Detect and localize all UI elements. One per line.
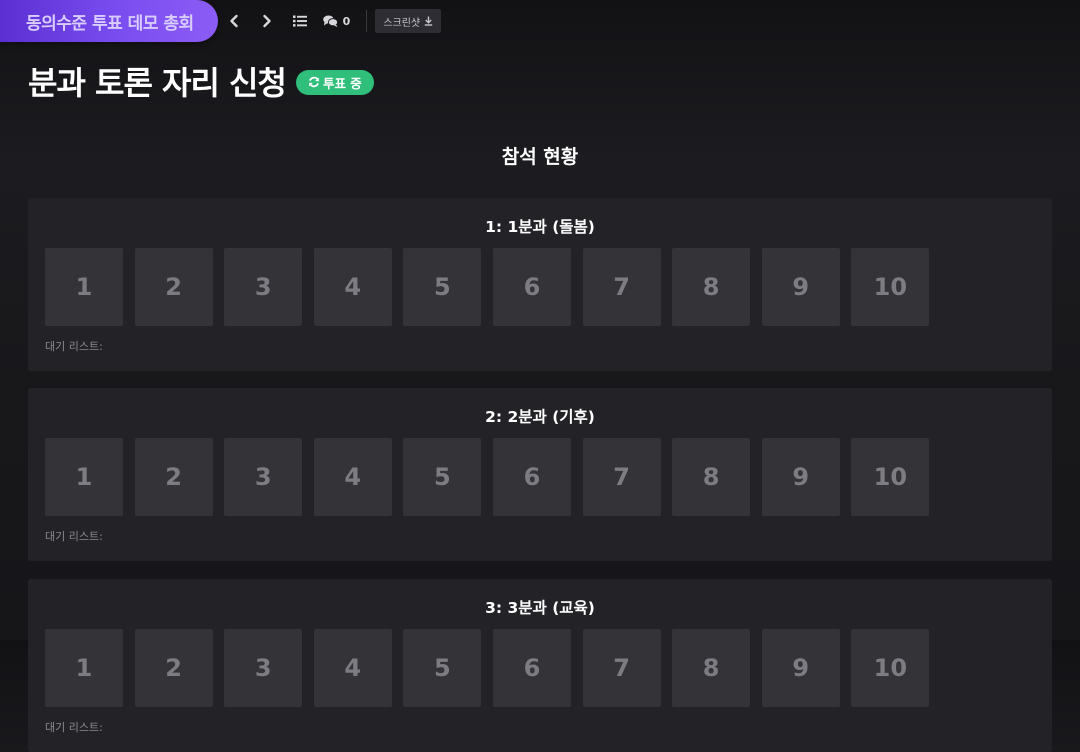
refresh-icon (309, 76, 319, 88)
top-bar: 동의수준 투표 데모 총회 0 스크린샷 (0, 0, 1080, 42)
seat-button[interactable]: 2 (134, 438, 213, 516)
chevron-right-icon (263, 14, 271, 28)
list-icon (293, 15, 308, 27)
seat-button[interactable]: 7 (582, 438, 661, 516)
seat-button[interactable]: 3 (224, 629, 303, 707)
seat-button[interactable]: 5 (403, 629, 482, 707)
toolbar-divider (366, 10, 368, 32)
seat-button[interactable]: 8 (672, 248, 751, 326)
status-badge-label: 투표 중 (322, 75, 362, 91)
attendance-heading: 참석 현황 (501, 146, 579, 168)
group-title: 1: 1분과 (돌봄) (485, 218, 595, 236)
group-title: 3: 3분과 (교육) (485, 599, 595, 617)
download-icon (424, 16, 433, 26)
comment-count: 0 (342, 14, 351, 28)
comments-button[interactable]: 0 (317, 0, 361, 42)
comments-icon (322, 15, 338, 27)
next-button[interactable] (251, 0, 284, 42)
page-title-row: 분과 토론 자리 신청 투표 중 (28, 58, 374, 104)
waitlist-label: 대기 리스트: (45, 340, 103, 353)
seat-button[interactable]: 1 (45, 248, 123, 326)
seat-button[interactable]: 6 (492, 248, 571, 326)
screenshot-label: 스크린샷 (383, 17, 421, 29)
event-title: 동의수준 투표 데모 총회 (26, 13, 194, 34)
seat-button[interactable]: 9 (761, 438, 840, 516)
list-button[interactable] (284, 0, 317, 42)
group-panel: 3: 3분과 (교육) 1 2 3 4 5 6 7 8 9 10 대기 리스트: (28, 579, 1052, 752)
seat-grid: 1 2 3 4 5 6 7 8 9 10 (45, 629, 930, 707)
seat-button[interactable]: 1 (45, 438, 123, 516)
seat-button[interactable]: 3 (224, 438, 303, 516)
seat-button[interactable]: 10 (851, 438, 930, 516)
seat-button[interactable]: 5 (403, 248, 482, 326)
previous-button[interactable] (218, 0, 251, 42)
seat-button[interactable]: 3 (224, 248, 303, 326)
seat-button[interactable]: 2 (134, 629, 213, 707)
seat-button[interactable]: 7 (582, 248, 661, 326)
seat-button[interactable]: 5 (403, 438, 482, 516)
seat-button[interactable]: 8 (672, 629, 751, 707)
seat-button[interactable]: 8 (672, 438, 751, 516)
group-panel: 2: 2분과 (기후) 1 2 3 4 5 6 7 8 9 10 대기 리스트: (28, 388, 1052, 561)
screenshot-download-button[interactable]: 스크린샷 (375, 9, 442, 33)
seat-button[interactable]: 2 (134, 248, 213, 326)
seat-button[interactable]: 7 (582, 629, 661, 707)
seat-button[interactable]: 4 (313, 248, 392, 326)
group-title: 2: 2분과 (기후) (485, 408, 595, 426)
waitlist-label: 대기 리스트: (45, 530, 103, 543)
event-title-pill[interactable]: 동의수준 투표 데모 총회 (0, 0, 218, 42)
seat-button[interactable]: 10 (851, 629, 930, 707)
seat-button[interactable]: 10 (851, 248, 930, 326)
waitlist-label: 대기 리스트: (45, 721, 103, 734)
group-panel: 1: 1분과 (돌봄) 1 2 3 4 5 6 7 8 9 10 대기 리스트: (28, 198, 1052, 371)
seat-button[interactable]: 4 (313, 438, 392, 516)
seat-button[interactable]: 1 (45, 629, 123, 707)
seat-button[interactable]: 6 (492, 438, 571, 516)
chevron-left-icon (230, 14, 238, 28)
seat-button[interactable]: 9 (761, 629, 840, 707)
seat-button[interactable]: 6 (492, 629, 571, 707)
seat-button[interactable]: 9 (761, 248, 840, 326)
seat-grid: 1 2 3 4 5 6 7 8 9 10 (45, 248, 930, 326)
seat-grid: 1 2 3 4 5 6 7 8 9 10 (45, 438, 930, 516)
page-title: 분과 토론 자리 신청 (28, 64, 287, 102)
seat-button[interactable]: 4 (313, 629, 392, 707)
voting-status-badge: 투표 중 (295, 69, 374, 95)
